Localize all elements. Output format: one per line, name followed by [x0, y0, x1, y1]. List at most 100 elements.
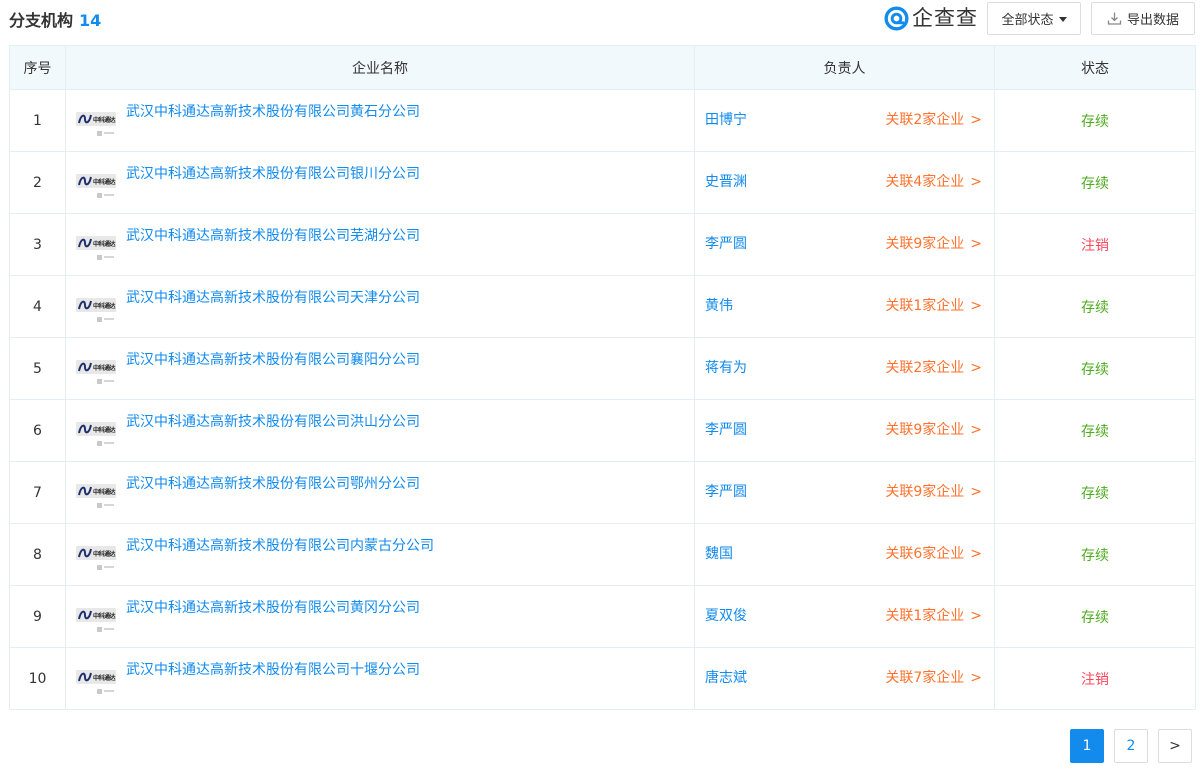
- person-name-link[interactable]: 黄伟: [705, 297, 733, 315]
- chevron-right-icon: >: [970, 546, 982, 562]
- related-companies-link[interactable]: 关联9家企业 >: [885, 235, 982, 253]
- company-name-link[interactable]: 武汉中科通达高新技术股份有限公司天津分公司: [126, 289, 420, 307]
- chevron-right-icon: >: [970, 608, 982, 624]
- person-name-link[interactable]: 魏国: [705, 545, 733, 563]
- company-cell: 中科通达 武汉中科通达高新技术股份有限公司内蒙古分公司: [65, 523, 695, 586]
- page-button-2[interactable]: 2: [1114, 729, 1148, 763]
- related-text: 关联2家企业: [885, 360, 965, 376]
- person-name-link[interactable]: 夏双俊: [705, 607, 747, 625]
- company-name-link[interactable]: 武汉中科通达高新技术股份有限公司十堰分公司: [126, 661, 420, 679]
- person-name-link[interactable]: 唐志斌: [705, 669, 747, 687]
- logo-wave-icon: [78, 486, 92, 496]
- person-name-link[interactable]: 史晋渊: [705, 173, 747, 191]
- watermark-square: [97, 564, 102, 570]
- logo-watermark-icon: [97, 254, 115, 260]
- related-text: 关联1家企业: [885, 298, 965, 314]
- status-badge: 存续: [994, 275, 1196, 338]
- watermark-square: [97, 502, 102, 508]
- brand-logo: 企查查: [884, 5, 978, 31]
- related-companies-link[interactable]: 关联9家企业 >: [885, 483, 982, 501]
- row-index: 2: [9, 151, 66, 214]
- logo-wave-icon: [78, 548, 92, 558]
- logo-watermark-icon: [97, 626, 115, 632]
- status-badge: 存续: [994, 89, 1196, 152]
- logo-wave-icon: [78, 610, 92, 620]
- watermark-square: [97, 688, 102, 694]
- row-index: 5: [9, 337, 66, 400]
- export-data-button[interactable]: 导出数据: [1091, 2, 1195, 35]
- related-companies-link[interactable]: 关联4家企业 >: [885, 173, 982, 191]
- person-cell: 史晋渊 关联4家企业 >: [694, 151, 995, 214]
- company-name-link[interactable]: 武汉中科通达高新技术股份有限公司内蒙古分公司: [126, 537, 434, 555]
- person-cell: 夏双俊 关联1家企业 >: [694, 585, 995, 648]
- status-badge: 存续: [994, 585, 1196, 648]
- status-badge: 存续: [994, 337, 1196, 400]
- company-name-link[interactable]: 武汉中科通达高新技术股份有限公司芜湖分公司: [126, 227, 420, 245]
- related-text: 关联1家企业: [885, 608, 965, 624]
- table-row: 6 中科通达 武汉中科通达高新技术股份有限公司洪山分公司 李严圆 关联9家企业 > 存续: [9, 399, 1196, 462]
- watermark-line: [104, 194, 114, 196]
- related-companies-link[interactable]: 关联9家企业 >: [885, 421, 982, 439]
- company-cell: 中科通达 武汉中科通达高新技术股份有限公司鄂州分公司: [65, 461, 695, 524]
- status-filter-label: 全部状态: [1001, 13, 1054, 28]
- person-name-link[interactable]: 蒋有为: [705, 359, 747, 377]
- logo-watermark-icon: [97, 130, 115, 136]
- person-name-link[interactable]: 李严圆: [705, 483, 747, 501]
- logo-text: 中科通达: [93, 550, 116, 558]
- watermark-line: [104, 690, 114, 692]
- related-companies-link[interactable]: 关联2家企业 >: [885, 111, 982, 129]
- logo-watermark-icon: [97, 564, 115, 570]
- company-logo-mark: 中科通达: [76, 484, 116, 498]
- status-badge: 存续: [994, 461, 1196, 524]
- related-text: 关联9家企业: [885, 236, 965, 252]
- logo-wave-icon: [78, 176, 92, 186]
- qichacha-logo-icon: [884, 5, 909, 31]
- watermark-square: [97, 130, 102, 136]
- related-companies-link[interactable]: 关联1家企业 >: [885, 297, 982, 315]
- person-cell: 李严圆 关联9家企业 >: [694, 461, 995, 524]
- table-row: 7 中科通达 武汉中科通达高新技术股份有限公司鄂州分公司 李严圆 关联9家企业 > 存续: [9, 461, 1196, 524]
- related-companies-link[interactable]: 关联1家企业 >: [885, 607, 982, 625]
- company-logo: 中科通达: [76, 542, 116, 572]
- column-header-status: 状态: [994, 45, 1196, 90]
- logo-text: 中科通达: [93, 364, 116, 372]
- chevron-right-icon: >: [970, 422, 982, 438]
- watermark-line: [104, 628, 114, 630]
- status-filter-dropdown[interactable]: 全部状态: [987, 2, 1081, 35]
- company-name-link[interactable]: 武汉中科通达高新技术股份有限公司洪山分公司: [126, 413, 420, 431]
- company-name-link[interactable]: 武汉中科通达高新技术股份有限公司银川分公司: [126, 165, 420, 183]
- company-logo: 中科通达: [76, 666, 116, 696]
- logo-wave-icon: [78, 362, 92, 372]
- related-companies-link[interactable]: 关联2家企业 >: [885, 359, 982, 377]
- section-header: 分支机构 14 企查查 全部状态 导出数据: [0, 0, 1200, 44]
- brand-name: 企查查: [912, 6, 978, 30]
- company-name-link[interactable]: 武汉中科通达高新技术股份有限公司黄石分公司: [126, 103, 420, 121]
- logo-text: 中科通达: [93, 674, 116, 682]
- company-name-link[interactable]: 武汉中科通达高新技术股份有限公司黄冈分公司: [126, 599, 420, 617]
- company-name-link[interactable]: 武汉中科通达高新技术股份有限公司鄂州分公司: [126, 475, 420, 493]
- chevron-right-icon: >: [970, 174, 982, 190]
- company-name-link[interactable]: 武汉中科通达高新技术股份有限公司襄阳分公司: [126, 351, 420, 369]
- next-page-button[interactable]: >: [1158, 729, 1192, 763]
- logo-text: 中科通达: [93, 426, 116, 434]
- related-companies-link[interactable]: 关联6家企业 >: [885, 545, 982, 563]
- row-index: 9: [9, 585, 66, 648]
- table-row: 8 中科通达 武汉中科通达高新技术股份有限公司内蒙古分公司 魏国 关联6家企业 > 存续: [9, 523, 1196, 586]
- row-index: 1: [9, 89, 66, 152]
- person-cell: 黄伟 关联1家企业 >: [694, 275, 995, 338]
- watermark-line: [104, 380, 114, 382]
- page-button-1[interactable]: 1: [1070, 729, 1104, 763]
- status-badge: 注销: [994, 647, 1196, 710]
- logo-wave-icon: [78, 238, 92, 248]
- status-badge: 存续: [994, 399, 1196, 462]
- table-row: 2 中科通达 武汉中科通达高新技术股份有限公司银川分公司 史晋渊 关联4家企业 > 存续: [9, 151, 1196, 214]
- person-name-link[interactable]: 田博宁: [705, 111, 747, 129]
- person-name-link[interactable]: 李严圆: [705, 235, 747, 253]
- related-companies-link[interactable]: 关联7家企业 >: [885, 669, 982, 687]
- company-logo: 中科通达: [76, 294, 116, 324]
- logo-wave-icon: [78, 672, 92, 682]
- person-name-link[interactable]: 李严圆: [705, 421, 747, 439]
- status-badge: 注销: [994, 213, 1196, 276]
- company-logo-mark: 中科通达: [76, 174, 116, 188]
- company-logo: 中科通达: [76, 108, 116, 138]
